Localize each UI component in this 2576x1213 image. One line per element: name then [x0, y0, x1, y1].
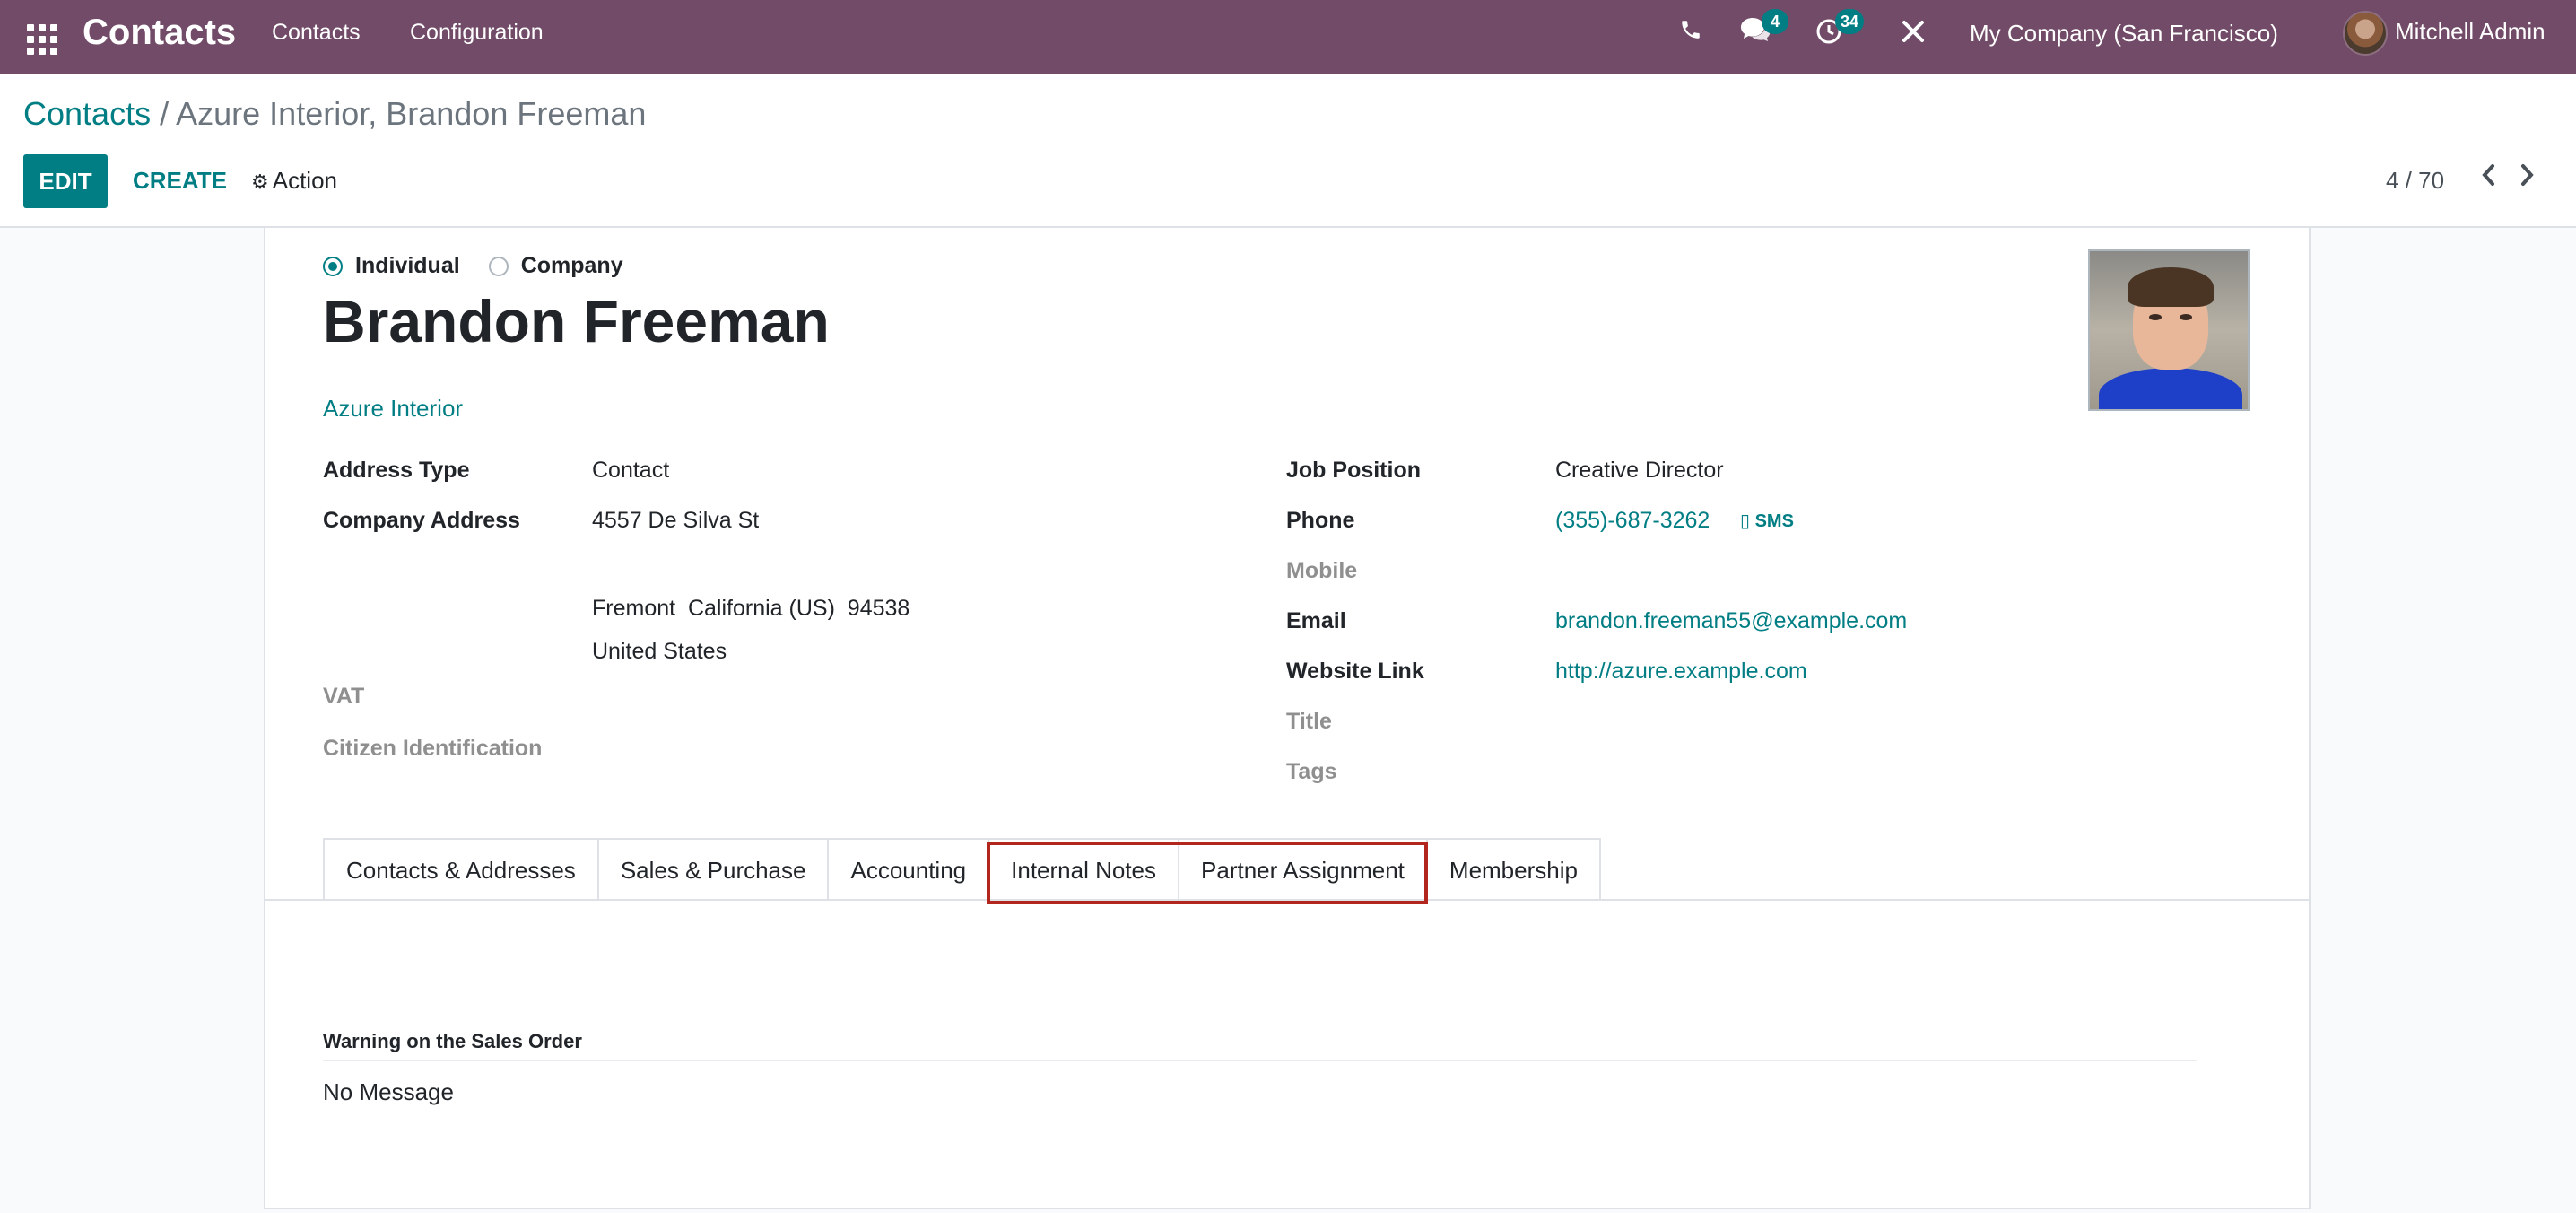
- breadcrumb: Contacts / Azure Interior, Brandon Freem…: [23, 95, 646, 133]
- email-value[interactable]: brandon.freeman55@example.com: [1555, 608, 1907, 634]
- breadcrumb-current: Azure Interior, Brandon Freeman: [176, 95, 647, 132]
- tab-partner-assignment[interactable]: Partner Assignment: [1178, 838, 1426, 899]
- radio-company-label[interactable]: Company: [521, 253, 623, 279]
- pager-next-icon[interactable]: [2517, 160, 2538, 198]
- breadcrumb-separator: /: [160, 95, 170, 132]
- partner-photo[interactable]: [2088, 249, 2250, 411]
- phone-label: Phone: [1286, 508, 1355, 533]
- address-type-label: Address Type: [323, 458, 470, 483]
- section-divider: [323, 1060, 2197, 1061]
- tab-accounting[interactable]: Accounting: [827, 838, 988, 899]
- tags-label: Tags: [1286, 759, 1337, 784]
- country-value: United States: [592, 639, 727, 664]
- phone-icon[interactable]: [1679, 18, 1702, 48]
- user-menu[interactable]: Mitchell Admin: [2395, 18, 2546, 46]
- mobile-label: Mobile: [1286, 558, 1358, 583]
- tab-membership[interactable]: Membership: [1425, 838, 1601, 899]
- sale-warning-value[interactable]: No Message: [323, 1078, 454, 1106]
- website-label: Website Link: [1286, 659, 1424, 684]
- company-address-label: Company Address: [323, 508, 520, 533]
- sale-warning-label: Warning on the Sales Order: [323, 1030, 582, 1052]
- form-sheet: Individual Company Brandon Freeman Azure…: [264, 228, 2311, 1209]
- action-menu-button[interactable]: ⚙ Action: [251, 167, 337, 195]
- radio-company[interactable]: [488, 256, 509, 276]
- city-state-zip-value: Fremont California (US) 94538: [592, 596, 910, 621]
- app-brand[interactable]: Contacts: [83, 13, 236, 53]
- website-value[interactable]: http://azure.example.com: [1555, 659, 1807, 685]
- radio-individual[interactable]: [323, 256, 343, 276]
- email-label: Email: [1286, 608, 1346, 633]
- tab-contacts-addresses[interactable]: Contacts & Addresses: [323, 838, 597, 899]
- vat-label: VAT: [323, 684, 365, 709]
- menu-contacts[interactable]: Contacts: [272, 20, 361, 46]
- edit-button[interactable]: EDIT: [23, 154, 108, 208]
- parent-company-link[interactable]: Azure Interior: [323, 395, 463, 423]
- citizen-id-label: Citizen Identification: [323, 736, 543, 761]
- messages-count-badge: 4: [1762, 9, 1788, 34]
- activities-count-badge: 34: [1835, 9, 1865, 34]
- tab-internal-notes[interactable]: Internal Notes: [988, 838, 1179, 899]
- partner-name: Brandon Freeman: [323, 288, 830, 354]
- gear-icon: ⚙: [251, 170, 269, 193]
- title-label: Title: [1286, 709, 1332, 734]
- menu-configuration[interactable]: Configuration: [410, 20, 544, 46]
- notebook-tabs: Contacts & Addresses Sales & Purchase Ac…: [323, 838, 1601, 899]
- pager-previous-icon[interactable]: [2477, 160, 2499, 198]
- top-navbar: Contacts Contacts Configuration 4 34 My …: [0, 0, 2576, 74]
- create-button[interactable]: CREATE: [133, 167, 227, 195]
- company-switcher[interactable]: My Company (San Francisco): [1970, 20, 2278, 48]
- radio-individual-label[interactable]: Individual: [355, 253, 460, 279]
- mobile-icon: ▯: [1740, 511, 1751, 531]
- job-position-label: Job Position: [1286, 458, 1421, 483]
- apps-grid-icon[interactable]: [22, 19, 57, 55]
- sms-label: SMS: [1754, 511, 1794, 531]
- user-avatar[interactable]: [2343, 11, 2388, 56]
- action-label: Action: [272, 167, 337, 194]
- address-type-value: Contact: [592, 458, 670, 483]
- pager-value[interactable]: 4 / 70: [2386, 167, 2444, 195]
- job-position-value: Creative Director: [1555, 458, 1724, 483]
- debug-tools-icon[interactable]: [1900, 18, 1927, 52]
- street-value: 4557 De Silva St: [592, 508, 760, 533]
- sms-button[interactable]: ▯ SMS: [1740, 510, 1794, 532]
- company-type-selector: Individual Company: [323, 253, 652, 279]
- tab-sales-purchase[interactable]: Sales & Purchase: [596, 838, 828, 899]
- control-panel: Contacts / Azure Interior, Brandon Freem…: [0, 74, 2576, 228]
- breadcrumb-contacts-link[interactable]: Contacts: [23, 95, 151, 132]
- phone-value[interactable]: (355)-687-3262: [1555, 508, 1710, 534]
- tabs-divider: [265, 899, 2309, 901]
